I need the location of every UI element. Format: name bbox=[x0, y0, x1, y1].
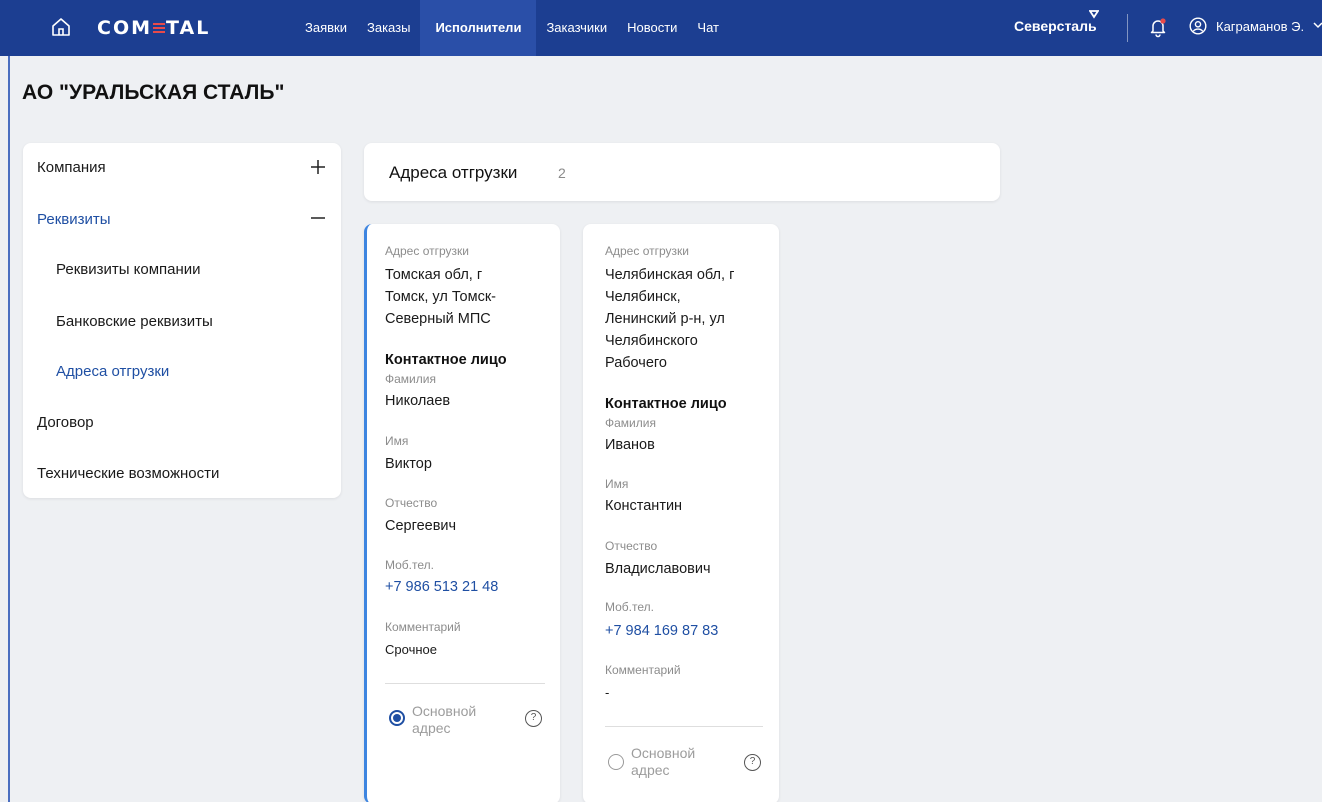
section-count: 2 bbox=[558, 165, 566, 181]
middle-name-value: Владиславович bbox=[605, 561, 711, 577]
middle-name-value: Сергеевич bbox=[385, 518, 457, 534]
address-line: Ленинский р-н, ул bbox=[605, 311, 725, 327]
cometal-logo[interactable]: COM TAL bbox=[97, 17, 210, 39]
address-line: Томская обл, г bbox=[385, 267, 483, 283]
main-address-label[interactable]: Основной адрес bbox=[412, 703, 502, 737]
help-icon[interactable]: ? bbox=[525, 710, 542, 727]
first-name-label: Имя bbox=[385, 434, 409, 448]
address-value: Челябинская обл, г Челябинск, Ленинский … bbox=[605, 264, 770, 374]
nav-item-requests[interactable]: Заявки bbox=[295, 0, 357, 56]
main-nav: Заявки Заказы Исполнители Заказчики Ново… bbox=[295, 0, 729, 56]
sidebar-item-company[interactable]: Компания bbox=[37, 159, 106, 176]
chevron-down-icon[interactable] bbox=[1313, 20, 1322, 30]
last-name-value: Николаев bbox=[385, 393, 451, 409]
phone-label: Моб.тел. bbox=[385, 558, 434, 572]
header-divider bbox=[1127, 14, 1128, 42]
frame-border bbox=[8, 56, 10, 802]
sidebar-item-technical-capabilities[interactable]: Технические возможности bbox=[37, 465, 219, 482]
main-address-radio[interactable] bbox=[608, 754, 624, 770]
severstal-brand: Северсталь bbox=[1014, 10, 1099, 34]
divider bbox=[385, 683, 545, 684]
phone-link[interactable]: +7 986 513 21 48 bbox=[385, 576, 498, 598]
address-card[interactable]: Адрес отгрузки Челябинская обл, г Челяби… bbox=[583, 224, 779, 802]
nav-item-chat[interactable]: Чат bbox=[687, 0, 729, 56]
last-name-label: Фамилия bbox=[385, 372, 436, 386]
address-value: Томская обл, г Томск, ул Томск- Северный… bbox=[385, 264, 550, 330]
sidebar: Компания Реквизиты Реквизиты компании Ба… bbox=[23, 143, 341, 498]
contact-heading: Контактное лицо bbox=[605, 396, 727, 412]
user-avatar-icon[interactable] bbox=[1189, 17, 1207, 35]
address-label: Адрес отгрузки bbox=[605, 244, 689, 258]
section-header-card: Адреса отгрузки 2 bbox=[364, 143, 1000, 201]
phone-label: Моб.тел. bbox=[605, 600, 654, 614]
main-address-label[interactable]: Основной адрес bbox=[631, 745, 721, 779]
section-title: Адреса отгрузки bbox=[389, 163, 518, 182]
page-title: АО "УРАЛЬСКАЯ СТАЛЬ" bbox=[22, 81, 285, 104]
help-icon[interactable]: ? bbox=[744, 754, 761, 771]
last-name-value: Иванов bbox=[605, 437, 655, 453]
address-line: Рабочего bbox=[605, 355, 667, 371]
address-label: Адрес отгрузки bbox=[385, 244, 469, 258]
address-line: Челябинского bbox=[605, 333, 698, 349]
main-address-label-line: Основной bbox=[412, 703, 477, 719]
logo-mark bbox=[153, 21, 166, 35]
logo-text-tail: TAL bbox=[166, 17, 211, 39]
address-line: Томск, ул Томск- bbox=[385, 289, 497, 305]
first-name-label: Имя bbox=[605, 477, 629, 491]
nav-item-customers[interactable]: Заказчики bbox=[536, 0, 617, 56]
address-card[interactable]: Адрес отгрузки Томская обл, г Томск, ул … bbox=[364, 224, 560, 802]
first-name-value: Виктор bbox=[385, 456, 432, 472]
divider bbox=[605, 726, 763, 727]
sidebar-item-requisites[interactable]: Реквизиты bbox=[37, 211, 111, 228]
comment-value: Срочное bbox=[385, 642, 437, 657]
comment-label: Комментарий bbox=[385, 620, 461, 634]
comment-label: Комментарий bbox=[605, 663, 681, 677]
middle-name-label: Отчество bbox=[605, 539, 658, 553]
plus-icon[interactable] bbox=[309, 158, 327, 176]
home-icon[interactable] bbox=[50, 16, 72, 38]
brand-text: Северсталь bbox=[1014, 18, 1097, 34]
top-navbar: COM TAL Заявки Заказы Исполнители Заказчи… bbox=[0, 0, 1322, 56]
main-address-label-line: Основной bbox=[631, 745, 696, 761]
notifications-bell-icon[interactable] bbox=[1147, 16, 1169, 38]
address-line: Челябинская обл, г bbox=[605, 267, 735, 283]
middle-name-label: Отчество bbox=[385, 496, 438, 510]
nav-item-orders[interactable]: Заказы bbox=[357, 0, 420, 56]
main-address-label-line: адрес bbox=[412, 720, 451, 736]
comment-value: - bbox=[605, 685, 610, 700]
phone-link[interactable]: +7 984 169 87 83 bbox=[605, 620, 718, 642]
user-name[interactable]: Каграманов Э. bbox=[1216, 19, 1304, 34]
brand-mark-icon bbox=[1089, 10, 1099, 19]
main-address-label-line: адрес bbox=[631, 762, 670, 778]
sidebar-item-contract[interactable]: Договор bbox=[37, 414, 94, 431]
minus-icon[interactable] bbox=[309, 209, 327, 227]
contact-heading: Контактное лицо bbox=[385, 352, 507, 368]
logo-text: COM bbox=[97, 17, 153, 39]
sidebar-item-company-requisites[interactable]: Реквизиты компании bbox=[56, 261, 201, 278]
sidebar-item-bank-requisites[interactable]: Банковские реквизиты bbox=[56, 313, 213, 330]
main-address-radio[interactable] bbox=[389, 710, 405, 726]
first-name-value: Константин bbox=[605, 498, 683, 514]
sidebar-item-shipping-addresses[interactable]: Адреса отгрузки bbox=[56, 363, 169, 380]
last-name-label: Фамилия bbox=[605, 416, 656, 430]
nav-item-executors[interactable]: Исполнители bbox=[420, 0, 537, 56]
address-line: Челябинск, bbox=[605, 289, 681, 305]
address-line: Северный МПС bbox=[385, 311, 491, 327]
nav-item-news[interactable]: Новости bbox=[617, 0, 687, 56]
